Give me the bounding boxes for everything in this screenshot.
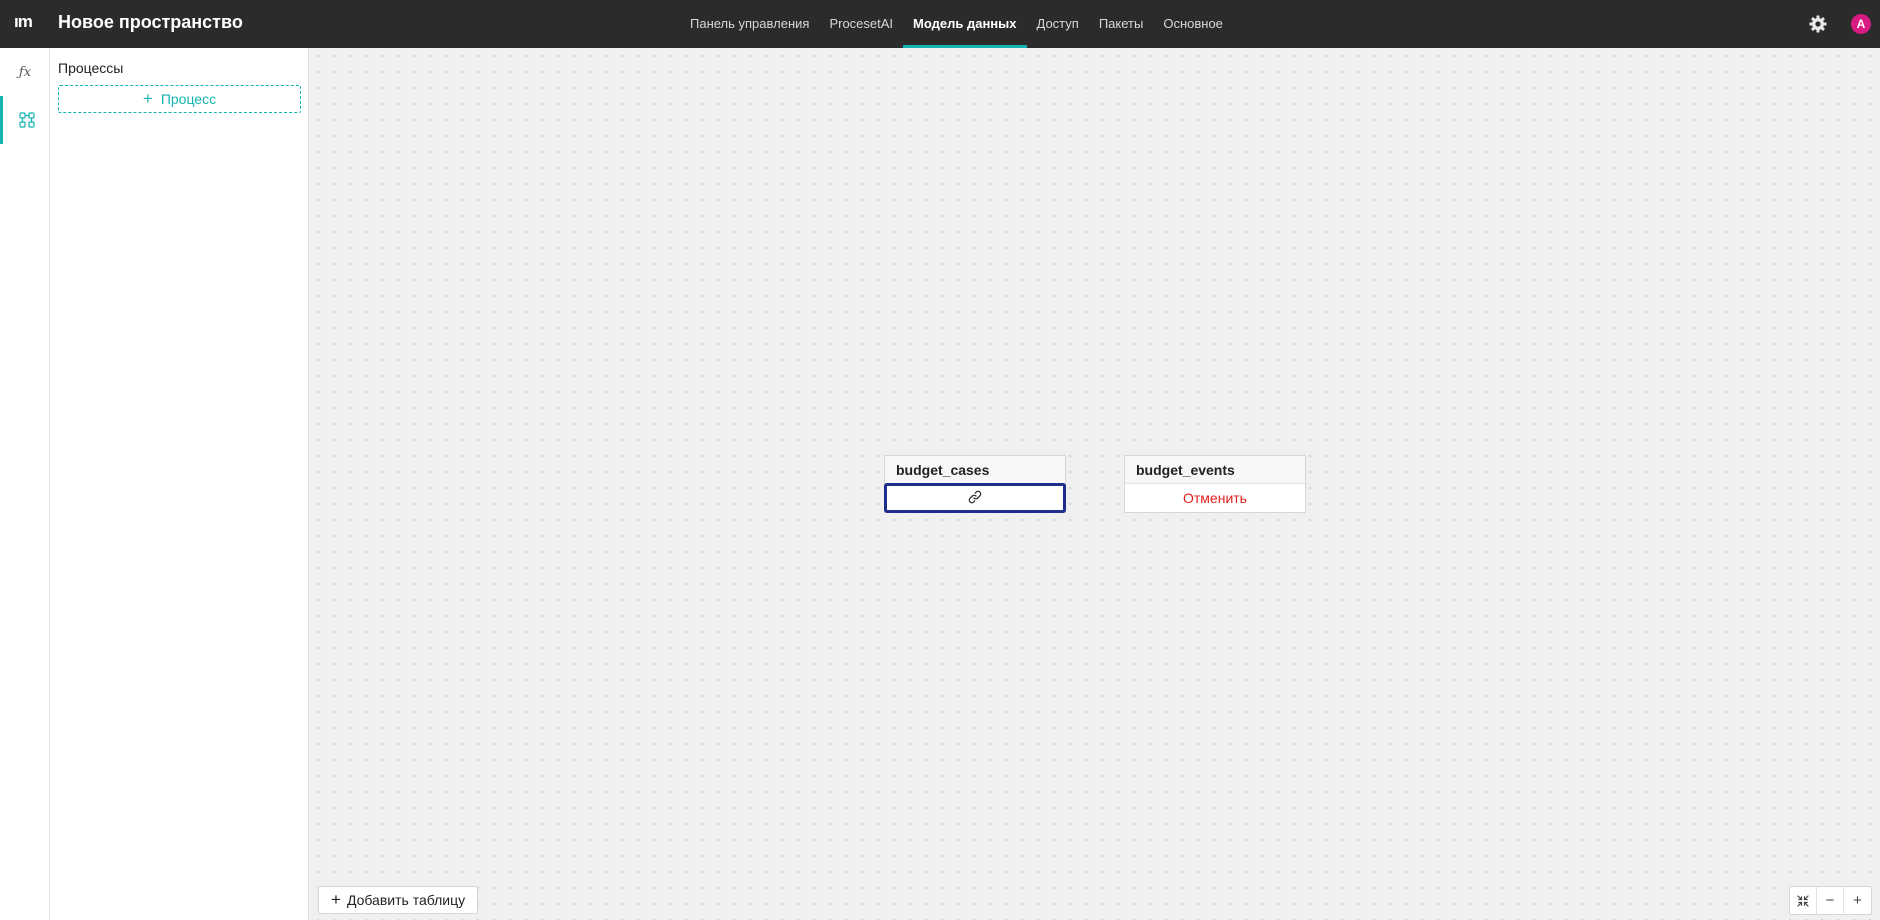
tab-data-model[interactable]: Модель данных bbox=[903, 0, 1027, 48]
table-node-title: budget_events bbox=[1125, 456, 1305, 484]
user-avatar[interactable]: A bbox=[1851, 14, 1871, 34]
plus-icon: + bbox=[331, 890, 341, 909]
add-table-label: Добавить таблицу bbox=[346, 892, 466, 908]
table-node-budget-cases[interactable]: budget_cases bbox=[884, 455, 1066, 513]
table-node-title: budget_cases bbox=[885, 456, 1065, 484]
add-table-button[interactable]: + Добавить таблицу bbox=[318, 886, 479, 914]
processes-panel: Процессы + Процесс bbox=[50, 48, 309, 920]
plus-icon: + bbox=[142, 89, 153, 108]
cancel-button[interactable]: Отменить bbox=[1125, 484, 1305, 512]
workspace-title: Новое пространство bbox=[58, 12, 243, 32]
tab-proceset-ai[interactable]: ProcesetAI bbox=[819, 0, 903, 48]
collapse-arrows-icon bbox=[1797, 894, 1809, 907]
settings-gear-icon[interactable] bbox=[1808, 14, 1828, 34]
tab-dashboard[interactable]: Панель управления bbox=[680, 0, 819, 48]
add-process-label: Процесс bbox=[160, 91, 217, 107]
functions-fx-icon[interactable]: ƒx bbox=[0, 48, 50, 96]
top-bar: ım Новое пространство Панель управления … bbox=[0, 0, 1880, 48]
add-process-button[interactable]: + Процесс bbox=[58, 85, 301, 113]
zoom-out-button[interactable]: − bbox=[1817, 887, 1844, 914]
link-button[interactable] bbox=[884, 483, 1066, 513]
app-logo[interactable]: ım bbox=[14, 12, 33, 32]
main-nav: Панель управления ProcesetAI Модель данн… bbox=[680, 0, 1233, 48]
tab-packages[interactable]: Пакеты bbox=[1089, 0, 1154, 48]
link-icon bbox=[968, 490, 982, 507]
panel-title: Процессы bbox=[58, 60, 124, 76]
data-model-icon[interactable] bbox=[0, 96, 50, 144]
table-node-budget-events[interactable]: budget_events Отменить bbox=[1124, 455, 1306, 513]
zoom-controls: − + bbox=[1789, 886, 1872, 915]
fit-view-button[interactable] bbox=[1790, 887, 1817, 914]
left-rail: ƒx bbox=[0, 48, 50, 920]
data-model-canvas[interactable]: budget_cases budget_events Отменить + До… bbox=[310, 48, 1880, 920]
tab-access[interactable]: Доступ bbox=[1027, 0, 1089, 48]
tab-main[interactable]: Основное bbox=[1153, 0, 1233, 48]
zoom-in-button[interactable]: + bbox=[1844, 887, 1871, 914]
